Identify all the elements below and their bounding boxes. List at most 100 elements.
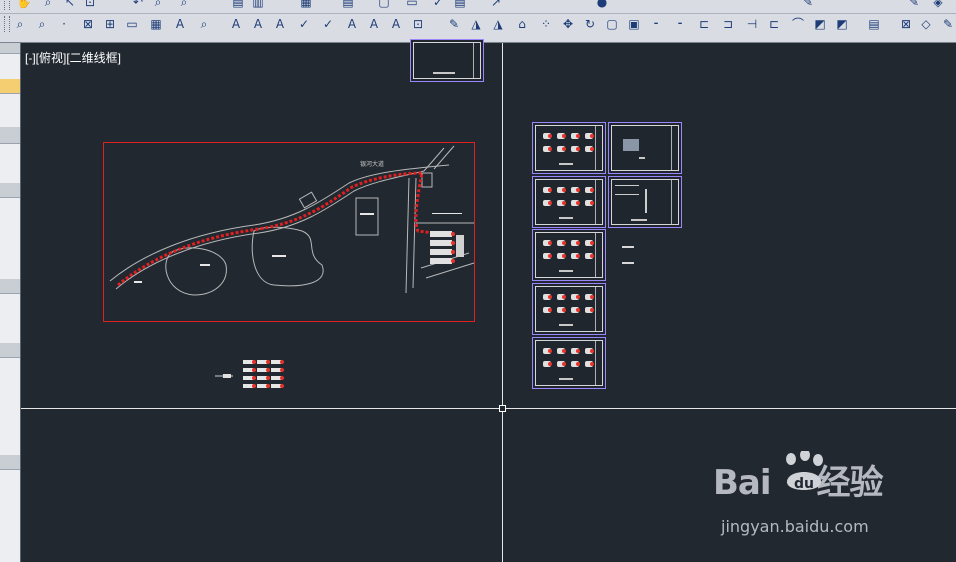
palette-tab[interactable] (0, 279, 20, 294)
corner-icon[interactable]: ⌒ (790, 16, 806, 32)
title-strip (595, 287, 602, 331)
palette-header (0, 43, 20, 54)
zoom-extents-icon[interactable]: ⊠ (80, 16, 96, 32)
match-icon[interactable]: ✎ (906, 0, 922, 10)
paw-icon: du (786, 451, 823, 492)
select-icon[interactable]: ↖ (62, 0, 78, 10)
text-edit-icon[interactable]: A (250, 16, 266, 32)
break-icon[interactable]: ▢ (604, 16, 620, 32)
sheet-border (611, 125, 679, 171)
scale-text-icon[interactable]: A (344, 16, 360, 32)
title-strip (595, 233, 602, 277)
site-plan-frame[interactable]: 银河大道 (103, 142, 475, 322)
ordinate-dim-icon[interactable]: ⁘ (538, 16, 554, 32)
building-cluster (430, 231, 464, 264)
layer-icon[interactable]: ▤ (230, 0, 246, 10)
text-find-icon[interactable]: ⌕ (196, 16, 212, 32)
text-override-icon[interactable]: A (272, 16, 288, 32)
rotate-icon[interactable]: ↻ (582, 16, 598, 32)
zoom-icon[interactable]: ⌕ (40, 0, 56, 10)
properties-icon[interactable]: ⊞ (102, 16, 118, 32)
layer-props-icon[interactable]: ▤ (866, 16, 882, 32)
layer-tool-icon[interactable]: ◈ (930, 0, 946, 10)
circle-icon[interactable]: ● (594, 0, 610, 10)
left-tool-palette[interactable] (0, 43, 21, 562)
title-strip (595, 126, 602, 170)
palette-tab[interactable] (0, 183, 20, 198)
erase-icon[interactable]: ◇ (918, 16, 934, 32)
spell-icon[interactable]: ⌕ (176, 0, 192, 10)
palette-tab[interactable] (0, 343, 20, 358)
toolbar-gripper[interactable] (4, 0, 10, 10)
watermark: Bai 经验 du jingyan.baidu.com (713, 451, 913, 545)
title-strip (473, 43, 480, 78)
text-style-icon[interactable]: A (172, 16, 188, 32)
drawing-sheet[interactable] (532, 176, 606, 228)
pan-icon[interactable]: ⌕ (12, 16, 28, 32)
dimension-2-icon[interactable]: ⊡ (410, 16, 426, 32)
notes-block (615, 185, 639, 195)
svg-text:du: du (794, 476, 814, 492)
sheet-caption (639, 157, 645, 159)
linear-dim-icon[interactable]: ◮ (468, 16, 484, 32)
drawing-sheet[interactable] (608, 122, 682, 174)
road-label: 银河大道 (360, 162, 385, 168)
arc-length-icon[interactable]: ⌂ (514, 16, 530, 32)
palette-tab-active[interactable] (0, 79, 20, 94)
fillet-icon[interactable]: ⁃ (672, 16, 688, 32)
drawing-sheet[interactable] (410, 39, 484, 82)
text-icon[interactable]: ⌕ (150, 0, 166, 10)
drawing-sheet[interactable] (608, 176, 682, 228)
spell-check-icon[interactable]: ✓ (296, 16, 312, 32)
table-grid-icon[interactable]: ▦ (148, 16, 164, 32)
copy-icon[interactable]: ▤ (340, 0, 356, 10)
brush-icon[interactable]: ✎ (940, 16, 956, 32)
zoom-previous-icon[interactable]: ↶ (130, 0, 146, 10)
detail-cluster[interactable] (213, 356, 289, 396)
justify-text-icon[interactable]: A (366, 16, 382, 32)
block-icon[interactable]: ▭ (124, 16, 140, 32)
join-icon[interactable]: ▣ (626, 16, 642, 32)
zoom-window-icon[interactable]: ⊡ (82, 0, 98, 10)
drawing-sheet[interactable] (532, 229, 606, 281)
stretch-icon[interactable]: ⊣ (744, 16, 760, 32)
table-icon[interactable]: ▤ (452, 0, 468, 10)
match-props-icon[interactable]: ▦ (298, 0, 314, 10)
dot-icon[interactable]: · (56, 16, 72, 32)
palette-tab[interactable] (0, 455, 20, 470)
crosshair-vertical (502, 43, 503, 562)
view-icon[interactable]: ▭ (404, 0, 420, 10)
arrow-icon[interactable]: ↗ (488, 0, 504, 10)
aligned-dim-icon[interactable]: ◮ (490, 16, 506, 32)
toolbar-gripper-2[interactable] (4, 16, 10, 32)
move-icon[interactable]: ✥ (560, 16, 576, 32)
title-strip (671, 126, 678, 170)
insert-icon[interactable]: ▢ (376, 0, 392, 10)
pan-realtime-icon[interactable]: ✋ (16, 0, 32, 10)
check-icon[interactable]: ✓ (430, 0, 446, 10)
drawing-sheet[interactable] (532, 283, 606, 335)
sheet-caption (559, 324, 573, 326)
dimension-icon[interactable]: A (388, 16, 404, 32)
cube-icon[interactable]: ◩ (812, 16, 828, 32)
layer-state-icon[interactable]: ▥ (250, 0, 266, 10)
zoom-realtime-icon[interactable]: ⌕ (34, 16, 50, 32)
palette-tab[interactable] (0, 127, 20, 144)
toolbar: ✋ ⌕ ↖ ⊡ ↶ ⌕ ⌕ ▤ ▥ ▦ ▤ ▢ ▭ ✓ ▤ ↗ ● ✎ ✎ ◈ … (0, 0, 956, 43)
drawing-sheet[interactable] (532, 337, 606, 389)
explode-icon[interactable]: ⊐ (720, 16, 736, 32)
chamfer-icon[interactable]: ⁃ (648, 16, 664, 32)
measure-icon[interactable]: ⊠ (898, 16, 914, 32)
viewport-controls-label[interactable]: [-][俯视][二维线框] (25, 49, 121, 66)
drawing-sheet[interactable] (532, 122, 606, 174)
legend-note[interactable] (622, 246, 634, 264)
multiline-text-icon[interactable]: A (228, 16, 244, 32)
sheet-caption (559, 270, 573, 272)
cube-2-icon[interactable]: ◩ (834, 16, 850, 32)
spell-check-2-icon[interactable]: ✓ (320, 16, 336, 32)
draw-icon[interactable]: ✎ (800, 0, 816, 10)
pencil-icon[interactable]: ✎ (446, 16, 462, 32)
lengthen-icon[interactable]: ⊏ (696, 16, 712, 32)
draworder-icon[interactable]: ⊏ (766, 16, 782, 32)
sheet-caption (559, 163, 573, 165)
